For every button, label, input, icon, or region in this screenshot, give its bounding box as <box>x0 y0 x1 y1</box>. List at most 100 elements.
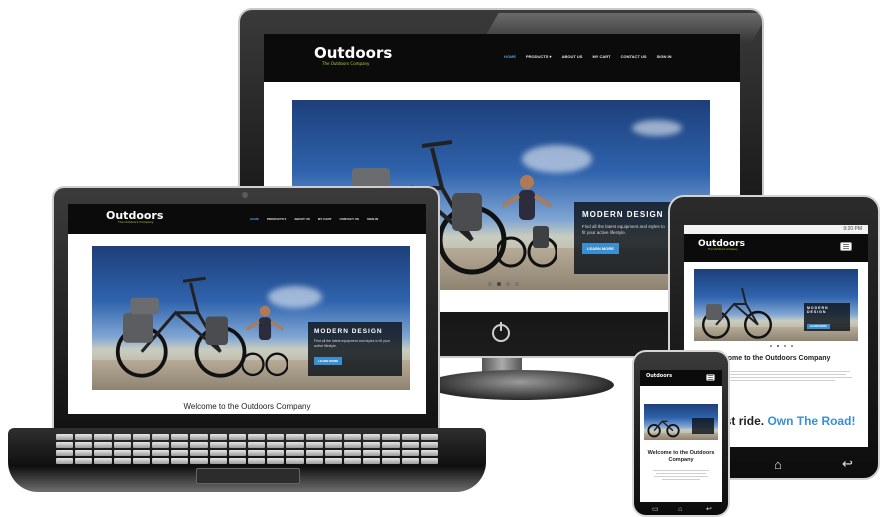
tablet-hero-caption: MODERN DESIGN LEARN MORE <box>804 303 850 331</box>
keyboard-key <box>324 434 342 440</box>
logo-text: Outdoors <box>646 373 673 379</box>
home-icon[interactable]: ⌂ <box>678 506 682 513</box>
keyboard-key <box>363 450 381 456</box>
slider-dot[interactable] <box>791 345 793 347</box>
keyboard-key <box>267 442 285 448</box>
power-icon[interactable] <box>492 322 510 342</box>
keyboard-key <box>209 458 227 464</box>
home-icon[interactable]: ⌂ <box>774 457 782 472</box>
bicycle-image <box>702 287 772 339</box>
keyboard-key <box>344 450 362 456</box>
desktop-logo[interactable]: Outdoors The Outdoors Company <box>314 46 392 66</box>
laptop-logo[interactable]: Outdoors The Outdoors Company <box>106 210 163 224</box>
nav-sign-in[interactable]: SIGN IN <box>367 217 378 221</box>
hamburger-icon[interactable] <box>840 242 852 251</box>
nav-contact-us[interactable]: CONTACT US <box>621 54 647 59</box>
keyboard-key <box>152 434 170 440</box>
webcam <box>242 192 248 198</box>
nav-sign-in[interactable]: SIGN IN <box>657 54 672 59</box>
bicycle-image <box>115 276 247 378</box>
logo-tagline: The Outdoors Company <box>322 61 370 66</box>
trackpad[interactable] <box>196 468 300 484</box>
laptop-screen: Outdoors The Outdoors Company HOME PRODU… <box>68 204 426 414</box>
nav-contact-us[interactable]: CONTACT US <box>339 217 358 221</box>
nav-my-cart[interactable]: MY CART <box>318 217 332 221</box>
keyboard-key <box>113 458 131 464</box>
laptop-hero-slider: MODERN DESIGN Find all the latest equipm… <box>92 246 410 390</box>
keyboard-key <box>228 458 246 464</box>
keyboard-key <box>344 442 362 448</box>
responsive-devices-mockup: Outdoors The Outdoors Company HOME PRODU… <box>0 0 880 517</box>
back-arrow-icon[interactable]: ↩ <box>706 505 712 513</box>
learn-more-button[interactable]: LEARN MORE <box>807 324 830 329</box>
phone-intro-text <box>650 468 712 482</box>
keyboard-key <box>324 458 342 464</box>
phone: Outdoors Welcome to the Outdoors Company… <box>632 350 730 517</box>
nav-home[interactable]: HOME <box>504 54 516 59</box>
keyboard-key <box>305 450 323 456</box>
keyboard-key <box>228 450 246 456</box>
nav-products[interactable]: PRODUCTS ▾ <box>267 217 286 221</box>
slider-dot[interactable] <box>506 282 510 286</box>
keyboard-key <box>382 442 400 448</box>
phone-welcome-heading: Welcome to the Outdoors Company <box>647 450 715 463</box>
desktop-hero-caption: MODERN DESIGN Find all the latest equipm… <box>574 202 674 274</box>
slider-dot[interactable] <box>770 345 772 347</box>
keyboard-key <box>420 458 438 464</box>
keyboard-key <box>132 458 150 464</box>
keyboard-key <box>324 450 342 456</box>
keyboard-key <box>344 458 362 464</box>
keyboard-key <box>152 442 170 448</box>
keyboard-key <box>363 434 381 440</box>
keyboard-key <box>75 434 93 440</box>
keyboard-key <box>401 434 419 440</box>
phone-hero-caption <box>692 418 714 434</box>
tablet-navbar: Outdoors The Outdoors Company <box>684 234 868 262</box>
keyboard-key <box>401 450 419 456</box>
cyclist-image <box>497 175 557 268</box>
keyboard-key <box>75 458 93 464</box>
slider-dot[interactable] <box>497 282 501 286</box>
learn-more-button[interactable]: LEARN MORE <box>314 356 343 365</box>
keyboard-key <box>75 442 93 448</box>
nav-about-us[interactable]: ABOUT US <box>562 54 583 59</box>
slider-dot[interactable] <box>777 345 779 347</box>
keyboard-key <box>363 442 381 448</box>
keyboard-key <box>420 450 438 456</box>
keyboard-key <box>248 450 266 456</box>
tablet-hero-slider: MODERN DESIGN LEARN MORE <box>694 269 858 341</box>
keyboard-key <box>267 434 285 440</box>
laptop-keyboard-deck <box>8 428 486 492</box>
keyboard-key <box>305 442 323 448</box>
keyboard-key <box>132 450 150 456</box>
back-arrow-icon[interactable]: ↩ <box>842 456 853 472</box>
keyboard-key <box>190 450 208 456</box>
menu-key-icon[interactable]: ▭ <box>652 505 659 513</box>
keyboard-key <box>420 442 438 448</box>
keyboard-key <box>94 434 112 440</box>
keyboard-key <box>382 434 400 440</box>
monitor-stand-base <box>426 370 614 400</box>
caption-body: Find all the latest equipment and styles… <box>314 339 390 348</box>
slider-dot[interactable] <box>488 282 492 286</box>
tablet-logo[interactable]: Outdoors The Outdoors Company <box>698 240 745 252</box>
phone-screen: Outdoors Welcome to the Outdoors Company <box>640 370 722 502</box>
hamburger-icon[interactable] <box>706 374 715 381</box>
nav-about-us[interactable]: ABOUT US <box>294 217 310 221</box>
slider-dot[interactable] <box>515 282 519 286</box>
laptop-welcome-heading: Welcome to the Outdoors Company <box>183 402 311 411</box>
nav-home[interactable]: HOME <box>250 217 259 221</box>
laptop: Outdoors The Outdoors Company HOME PRODU… <box>52 186 440 430</box>
keyboard-key <box>363 458 381 464</box>
nav-products[interactable]: PRODUCTS ▾ <box>526 54 552 59</box>
keyboard-key <box>286 450 304 456</box>
slider-dot[interactable] <box>784 345 786 347</box>
keyboard-key <box>171 442 189 448</box>
keyboard-key <box>305 458 323 464</box>
keyboard-key <box>113 450 131 456</box>
nav-my-cart[interactable]: MY CART <box>592 54 610 59</box>
laptop-hero-caption: MODERN DESIGN Find all the latest equipm… <box>308 322 402 376</box>
phone-logo[interactable]: Outdoors <box>646 374 672 379</box>
learn-more-button[interactable]: LEARN MORE <box>582 242 619 254</box>
keyboard-key <box>382 450 400 456</box>
